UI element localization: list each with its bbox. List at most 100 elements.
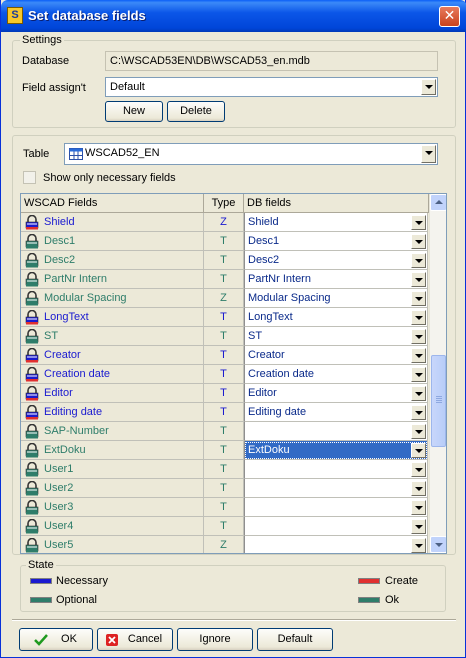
db-field-dropdown-button[interactable] [411, 291, 426, 306]
wscad-field-cell[interactable]: Desc2 [21, 251, 204, 270]
db-field-dropdown-button[interactable] [411, 481, 426, 496]
db-field-combo[interactable] [244, 498, 428, 517]
wscad-field-cell[interactable]: User1 [21, 460, 204, 479]
table-row[interactable]: Desc1 T Desc1 [21, 232, 428, 251]
db-field-combo[interactable]: Editing date [244, 403, 428, 422]
scroll-thumb[interactable] [431, 355, 446, 447]
table-combo[interactable]: WSCAD52_EN [64, 143, 438, 165]
table-row[interactable]: LongText T LongText [21, 308, 428, 327]
delete-button[interactable]: Delete [167, 101, 225, 122]
wscad-field-cell[interactable]: Creator [21, 346, 204, 365]
cancel-button[interactable]: Cancel [97, 628, 173, 651]
db-field-dropdown-button[interactable] [411, 329, 426, 344]
table-row[interactable]: User3 T [21, 498, 428, 517]
db-field-dropdown-button[interactable] [411, 462, 426, 477]
db-field-dropdown-button[interactable] [411, 538, 426, 553]
scroll-up-button[interactable] [430, 194, 446, 211]
table-row[interactable]: User2 T [21, 479, 428, 498]
column-header-type[interactable]: Type [204, 194, 244, 213]
wscad-field-cell[interactable]: User2 [21, 479, 204, 498]
table-row[interactable]: Shield Z Shield [21, 213, 428, 232]
db-field-combo[interactable] [244, 479, 428, 498]
create-label: Create [385, 575, 419, 587]
table-row[interactable]: ExtDoku T ExtDoku [21, 441, 428, 460]
wscad-field-cell[interactable]: LongText [21, 308, 204, 327]
db-field-combo[interactable]: Desc2 [244, 251, 428, 270]
field-assign-dropdown-button[interactable] [421, 79, 436, 95]
table-dropdown-button[interactable] [421, 145, 436, 163]
wscad-field-name: Desc2 [44, 254, 76, 266]
ignore-button[interactable]: Ignore [177, 628, 253, 651]
db-field-combo[interactable]: Desc1 [244, 232, 428, 251]
db-field-combo[interactable]: ExtDoku [244, 441, 428, 460]
database-path-field: C:\WSCAD53EN\DB\WSCAD53_en.mdb [105, 51, 438, 71]
db-field-dropdown-button[interactable] [411, 519, 426, 534]
db-field-combo[interactable]: ST [244, 327, 428, 346]
db-field-combo[interactable] [244, 422, 428, 441]
table-label: Table [23, 148, 50, 160]
column-header-db-fields[interactable]: DB fields [244, 194, 429, 213]
wscad-field-cell[interactable]: Creation date [21, 365, 204, 384]
wscad-field-cell[interactable]: Editor [21, 384, 204, 403]
table-row[interactable]: User4 T [21, 517, 428, 536]
wscad-field-cell[interactable]: Modular Spacing [21, 289, 204, 308]
table-row[interactable]: User5 Z [21, 536, 428, 553]
db-field-dropdown-button[interactable] [411, 310, 426, 325]
default-button[interactable]: Default [257, 628, 333, 651]
db-field-dropdown-button[interactable] [411, 348, 426, 363]
wscad-field-cell[interactable]: User3 [21, 498, 204, 517]
scroll-down-button[interactable] [430, 536, 446, 553]
vertical-scrollbar[interactable] [429, 194, 446, 553]
table-row[interactable]: Creation date T Creation date [21, 365, 428, 384]
db-field-dropdown-button[interactable] [411, 500, 426, 515]
db-field-dropdown-button[interactable] [411, 234, 426, 249]
field-assign-combo[interactable]: Default [105, 77, 438, 97]
db-field-combo[interactable] [244, 517, 428, 536]
db-field-combo[interactable]: PartNr Intern [244, 270, 428, 289]
db-field-dropdown-button[interactable] [411, 215, 426, 230]
chevron-down-icon [415, 221, 423, 225]
table-row[interactable]: PartNr Intern T PartNr Intern [21, 270, 428, 289]
new-button[interactable]: New [105, 101, 163, 122]
title-bar[interactable]: S Set database fields ✕ [1, 0, 466, 32]
db-field-dropdown-button[interactable] [411, 253, 426, 268]
table-row[interactable]: Creator T Creator [21, 346, 428, 365]
db-field-dropdown-button[interactable] [411, 367, 426, 382]
close-button[interactable]: ✕ [439, 6, 460, 27]
table-row[interactable]: Editor T Editor [21, 384, 428, 403]
db-field-dropdown-button[interactable] [411, 386, 426, 401]
db-field-dropdown-button[interactable] [411, 424, 426, 439]
table-row[interactable]: ST T ST [21, 327, 428, 346]
db-field-combo[interactable]: Creation date [244, 365, 428, 384]
table-row[interactable]: SAP-Number T [21, 422, 428, 441]
table-row[interactable]: Desc2 T Desc2 [21, 251, 428, 270]
db-field-combo[interactable] [244, 536, 428, 553]
wscad-field-cell[interactable]: User4 [21, 517, 204, 536]
db-field-combo[interactable] [244, 460, 428, 479]
show-necessary-label[interactable]: Show only necessary fields [43, 172, 176, 184]
column-header-wscad-fields[interactable]: WSCAD Fields [21, 194, 204, 213]
db-field-dropdown-button[interactable] [411, 272, 426, 287]
db-field-combo[interactable]: LongText [244, 308, 428, 327]
db-field-combo[interactable]: Creator [244, 346, 428, 365]
show-necessary-checkbox[interactable] [23, 171, 36, 184]
db-field-combo[interactable]: Modular Spacing [244, 289, 428, 308]
cancel-icon [106, 634, 118, 646]
wscad-field-cell[interactable]: ST [21, 327, 204, 346]
table-row[interactable]: Editing date T Editing date [21, 403, 428, 422]
db-field-combo[interactable]: Editor [244, 384, 428, 403]
db-field-combo[interactable]: Shield [244, 213, 428, 232]
table-row[interactable]: User1 T [21, 460, 428, 479]
field-assign-label: Field assign't [22, 82, 86, 94]
wscad-field-cell[interactable]: PartNr Intern [21, 270, 204, 289]
wscad-field-cell[interactable]: Shield [21, 213, 204, 232]
ok-button[interactable]: OK [19, 628, 93, 651]
wscad-field-cell[interactable]: ExtDoku [21, 441, 204, 460]
table-row[interactable]: Modular Spacing Z Modular Spacing [21, 289, 428, 308]
wscad-field-cell[interactable]: Desc1 [21, 232, 204, 251]
wscad-field-cell[interactable]: SAP-Number [21, 422, 204, 441]
wscad-field-cell[interactable]: Editing date [21, 403, 204, 422]
db-field-dropdown-button[interactable] [411, 405, 426, 420]
wscad-field-cell[interactable]: User5 [21, 536, 204, 553]
db-field-dropdown-button[interactable] [411, 443, 426, 458]
